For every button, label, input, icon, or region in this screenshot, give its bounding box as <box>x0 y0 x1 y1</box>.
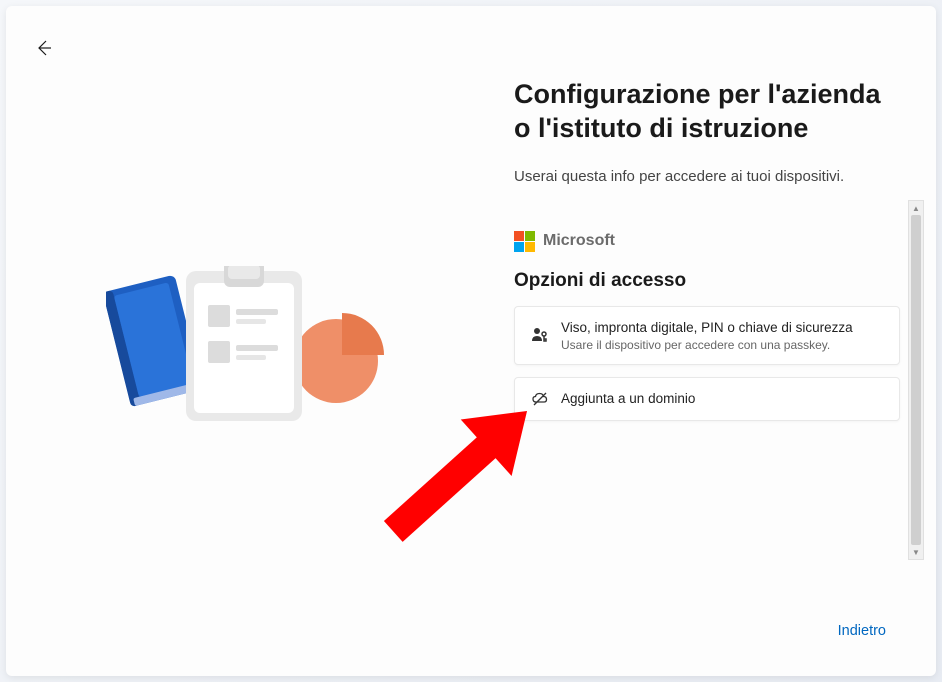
brand-row: Microsoft <box>514 231 900 252</box>
back-link[interactable]: Indietro <box>838 623 886 639</box>
form-pane: Configurazione per l'azienda o l'istitut… <box>496 6 936 676</box>
scroll-down-icon[interactable]: ▼ <box>909 545 923 559</box>
cloud-off-icon <box>531 390 549 408</box>
option-text: Aggiunta a un dominio <box>561 390 695 408</box>
option-domain-join[interactable]: Aggiunta a un dominio <box>514 377 900 421</box>
scrollbar[interactable]: ▲ ▼ <box>908 200 924 560</box>
option-title: Viso, impronta digitale, PIN o chiave di… <box>561 319 853 337</box>
section-title: Opzioni di accesso <box>514 270 900 292</box>
options-scroll-area: Microsoft Opzioni di accesso Viso, impro… <box>514 231 900 422</box>
option-subtitle: Usare il dispositivo per accedere con un… <box>561 338 853 352</box>
footer: Indietro <box>838 622 886 640</box>
option-passkey[interactable]: Viso, impronta digitale, PIN o chiave di… <box>514 306 900 366</box>
scroll-up-icon[interactable]: ▲ <box>909 201 923 215</box>
content-area: Configurazione per l'azienda o l'istitut… <box>6 6 936 676</box>
page-subtitle: Userai questa info per accedere ai tuoi … <box>514 168 906 185</box>
option-title: Aggiunta a un dominio <box>561 390 695 408</box>
oobe-window: Configurazione per l'azienda o l'istitut… <box>6 6 936 676</box>
microsoft-logo-icon <box>514 231 535 252</box>
setup-illustration <box>106 266 396 446</box>
brand-label: Microsoft <box>543 232 615 250</box>
page-title: Configurazione per l'azienda o l'istitut… <box>514 78 906 146</box>
passkey-icon <box>531 326 549 344</box>
illustration-pane <box>6 6 496 676</box>
option-text: Viso, impronta digitale, PIN o chiave di… <box>561 319 853 353</box>
scrollbar-thumb[interactable] <box>911 215 921 545</box>
